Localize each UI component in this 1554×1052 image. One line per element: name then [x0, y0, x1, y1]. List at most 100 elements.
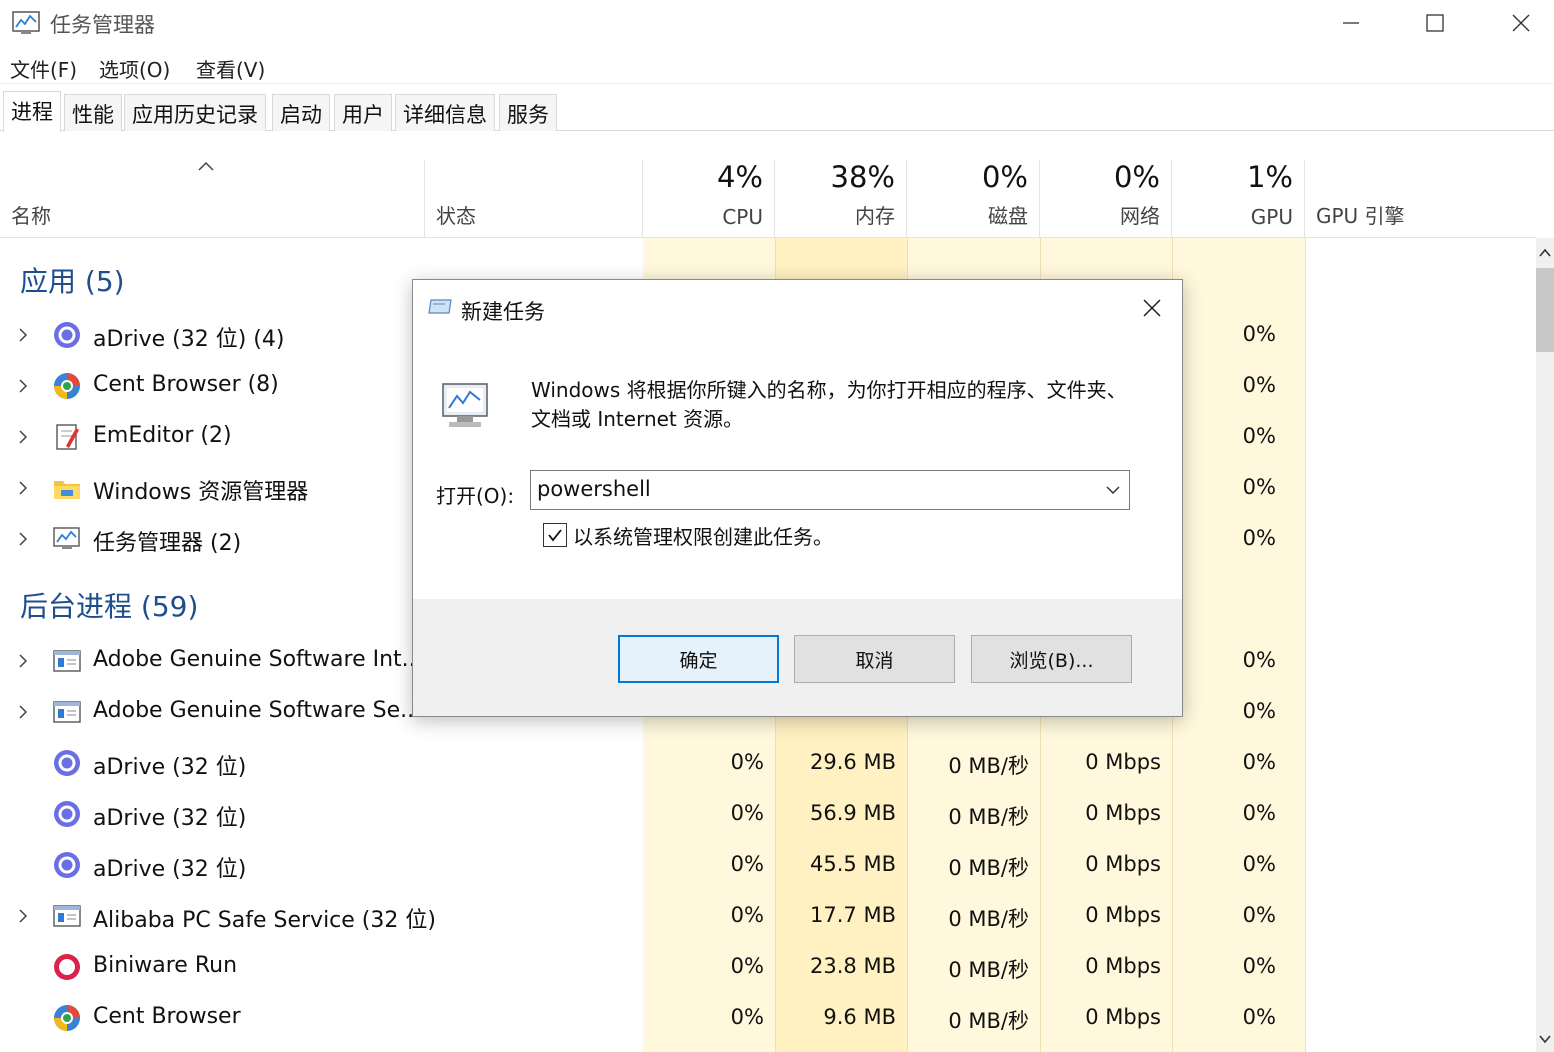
column-header-network[interactable]: 0% 网络	[1040, 160, 1172, 237]
column-header-gpu-engine[interactable]: GPU 引擎	[1305, 160, 1536, 237]
process-name: aDrive (32 位)	[93, 806, 247, 831]
column-header-disk[interactable]: 0% 磁盘	[907, 160, 1040, 237]
process-name: EmEditor (2)	[93, 423, 232, 448]
browse-button[interactable]: 浏览(B)...	[971, 635, 1132, 683]
window-title: 任务管理器	[50, 13, 155, 37]
scrollbar-thumb[interactable]	[1536, 268, 1554, 352]
adrive-icon	[54, 801, 80, 827]
process-name: aDrive (32 位)	[93, 857, 247, 882]
column-header-cpu[interactable]: 4% CPU	[643, 160, 775, 237]
memory-total-percent: 38%	[830, 160, 895, 194]
tab-startup[interactable]: 启动	[272, 94, 330, 131]
column-header-name[interactable]: 名称	[0, 160, 425, 237]
open-label: 打开(O):	[436, 484, 515, 508]
emeditor-icon	[56, 424, 79, 450]
maximize-button[interactable]	[1392, 0, 1478, 46]
memory-value: 17.7 MB	[810, 903, 896, 927]
adrive-icon	[54, 852, 80, 878]
process-name: Cent Browser (8)	[93, 372, 279, 397]
process-name: aDrive (32 位) (4)	[93, 327, 285, 352]
open-input[interactable]: powershell	[537, 477, 651, 501]
column-disk-label: 磁盘	[988, 204, 1028, 228]
group-title-background[interactable]: 后台进程 (59)	[20, 585, 198, 625]
service-icon	[53, 701, 81, 723]
gpu-value: 0%	[1242, 699, 1276, 723]
disk-value: 0 MB/秒	[948, 958, 1029, 982]
network-value: 0 Mbps	[1085, 801, 1161, 825]
process-row[interactable]: Biniware Run 0% 23.8 MB 0 MB/秒 0 Mbps 0%	[0, 942, 1536, 993]
tab-performance[interactable]: 性能	[64, 94, 122, 131]
cpu-value: 0%	[730, 750, 764, 774]
chevron-right-icon[interactable]	[16, 653, 30, 669]
disk-value: 0 MB/秒	[948, 805, 1029, 829]
gpu-value: 0%	[1242, 424, 1276, 448]
tab-details[interactable]: 详细信息	[395, 94, 495, 131]
menu-options[interactable]: 选项(O)	[99, 54, 170, 83]
scroll-up-icon[interactable]	[1538, 246, 1552, 260]
memory-value: 9.6 MB	[823, 1005, 896, 1029]
gpu-value: 0%	[1242, 750, 1276, 774]
column-header-memory[interactable]: 38% 内存	[775, 160, 907, 237]
tab-services[interactable]: 服务	[499, 94, 557, 131]
gpu-value: 0%	[1242, 373, 1276, 397]
chevron-right-icon[interactable]	[16, 704, 30, 720]
checkmark-icon	[548, 529, 562, 542]
dialog-description: Windows 将根据你所键入的名称，为你打开相应的程序、文件夹、文档或 Int…	[531, 378, 1127, 431]
admin-checkbox[interactable]	[543, 523, 567, 547]
network-value: 0 Mbps	[1085, 852, 1161, 876]
process-row[interactable]: aDrive (32 位) 0% 29.6 MB 0 MB/秒 0 Mbps 0…	[0, 738, 1536, 789]
run-dialog-icon	[428, 299, 452, 314]
column-memory-label: 内存	[855, 204, 895, 228]
gpu-value: 0%	[1242, 475, 1276, 499]
chevron-right-icon[interactable]	[16, 531, 30, 547]
chevron-right-icon[interactable]	[16, 378, 30, 394]
cancel-button[interactable]: 取消	[794, 635, 955, 683]
ok-button[interactable]: 确定	[618, 635, 779, 683]
adrive-icon	[54, 750, 80, 776]
process-name: Windows 资源管理器	[93, 480, 309, 505]
tab-users[interactable]: 用户	[334, 94, 392, 131]
memory-value: 23.8 MB	[810, 954, 896, 978]
column-header-status[interactable]: 状态	[425, 160, 643, 237]
group-title-apps[interactable]: 应用 (5)	[20, 260, 125, 300]
tab-app-history[interactable]: 应用历史记录	[124, 94, 266, 131]
process-row[interactable]: aDrive (32 位) 0% 56.9 MB 0 MB/秒 0 Mbps 0…	[0, 789, 1536, 840]
admin-checkbox-label[interactable]: 以系统管理权限创建此任务。	[573, 521, 833, 550]
header-divider	[0, 237, 1536, 238]
disk-value: 0 MB/秒	[948, 856, 1029, 880]
cent-browser-icon	[54, 1005, 80, 1031]
task-manager-icon	[11, 9, 43, 37]
vertical-scrollbar[interactable]	[1536, 238, 1554, 1052]
minimize-icon	[1343, 22, 1359, 24]
menu-view[interactable]: 查看(V)	[196, 54, 265, 83]
process-name: aDrive (32 位)	[93, 755, 247, 780]
column-status-label: 状态	[436, 204, 476, 228]
dialog-close-button[interactable]	[1138, 294, 1166, 322]
disk-value: 0 MB/秒	[948, 1009, 1029, 1033]
chevron-right-icon[interactable]	[16, 480, 30, 496]
maximize-icon	[1426, 14, 1444, 32]
disk-total-percent: 0%	[981, 160, 1028, 194]
chevron-down-icon[interactable]	[1105, 484, 1121, 496]
memory-value: 45.5 MB	[810, 852, 896, 876]
process-row[interactable]: Alibaba PC Safe Service (32 位) 0% 17.7 M…	[0, 891, 1536, 942]
chevron-right-icon[interactable]	[16, 429, 30, 445]
open-combobox[interactable]: powershell	[530, 470, 1130, 510]
tab-processes[interactable]: 进程	[3, 91, 61, 132]
chevron-right-icon[interactable]	[16, 908, 30, 924]
memory-value: 56.9 MB	[810, 801, 896, 825]
column-header-gpu[interactable]: 1% GPU	[1172, 160, 1305, 237]
close-button[interactable]	[1478, 0, 1554, 46]
process-row[interactable]: Cent Browser 0% 9.6 MB 0 MB/秒 0 Mbps 0%	[0, 993, 1536, 1044]
process-name: Alibaba PC Safe Service (32 位)	[93, 908, 436, 933]
tab-bar: 进程 性能 应用历史记录 启动 用户 详细信息 服务	[0, 91, 1554, 132]
gpu-value: 0%	[1242, 954, 1276, 978]
disk-value: 0 MB/秒	[948, 907, 1029, 931]
menu-file[interactable]: 文件(F)	[10, 54, 77, 83]
chevron-right-icon[interactable]	[16, 327, 30, 343]
scroll-down-icon[interactable]	[1538, 1032, 1552, 1046]
process-row[interactable]: aDrive (32 位) 0% 45.5 MB 0 MB/秒 0 Mbps 0…	[0, 840, 1536, 891]
gpu-value: 0%	[1242, 648, 1276, 672]
minimize-button[interactable]	[1308, 0, 1394, 46]
close-icon	[1512, 14, 1530, 32]
